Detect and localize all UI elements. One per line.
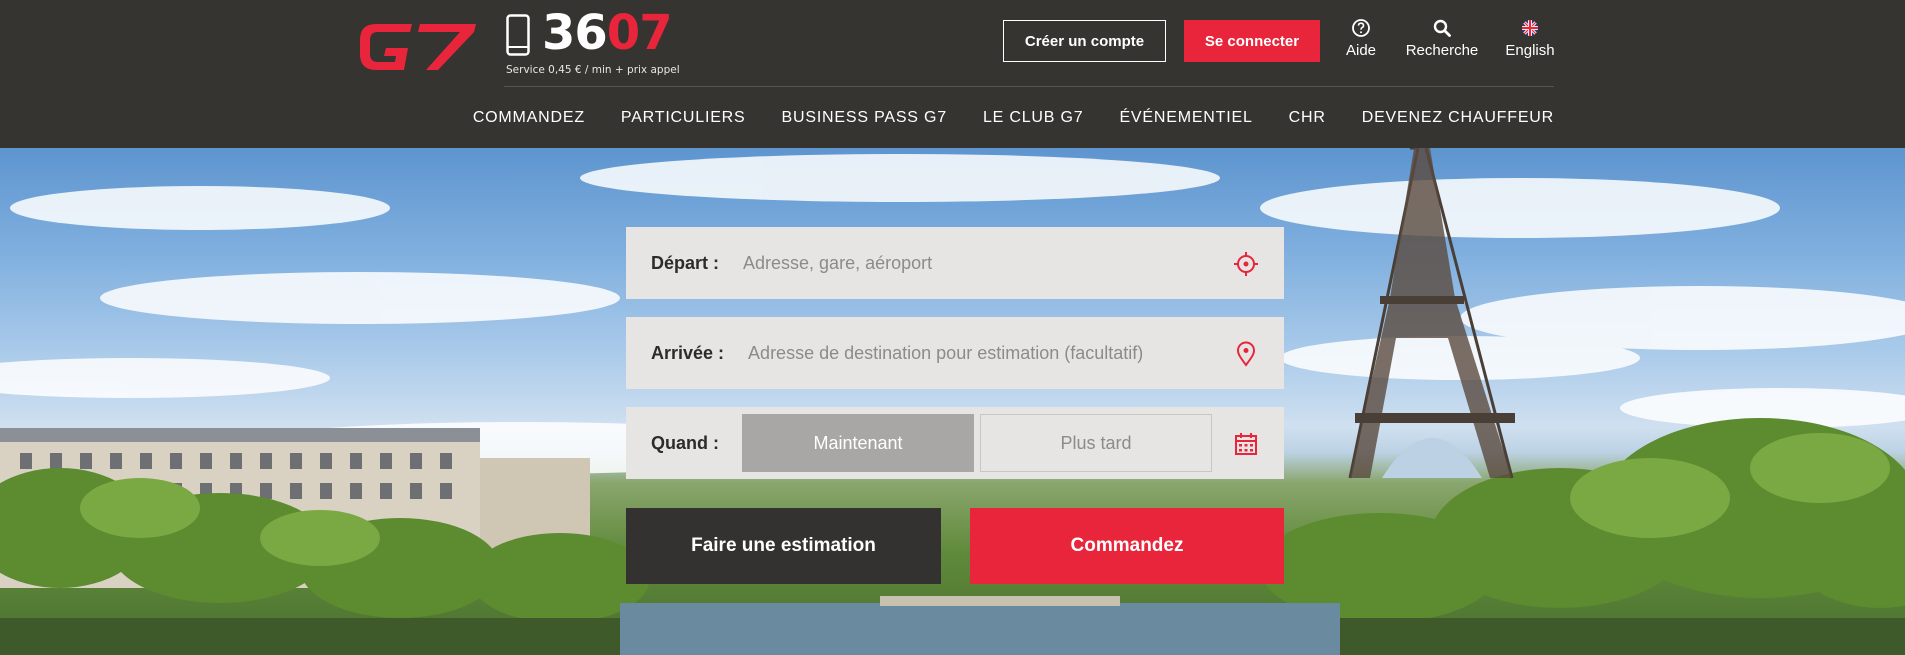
quand-field: Quand : Maintenant Plus tard [626,407,1284,479]
calendar-icon[interactable] [1233,431,1259,457]
login-button[interactable]: Se connecter [1184,20,1320,62]
search-label: Recherche [1405,42,1479,59]
nav-item-particuliers[interactable]: PARTICULIERS [621,109,746,127]
nav-item-evenementiel[interactable]: ÉVÉNEMENTIEL [1119,109,1252,127]
mobile-phone-icon [506,14,530,56]
estimate-button[interactable]: Faire une estimation [626,508,941,584]
language-label: English [1505,42,1555,59]
nav-item-chr[interactable]: CHR [1289,109,1326,127]
quand-label: Quand : [651,432,719,453]
site-header: 3607 Service 0,45 € / min + prix appel C… [0,0,1905,148]
phone-pricing: Service 0,45 € / min + prix appel [506,64,680,76]
depart-input[interactable] [743,243,1224,283]
paris-scene [0,148,1905,655]
language-switch[interactable]: English [1500,18,1560,59]
arrivee-input[interactable] [748,333,1229,373]
g7-logo[interactable] [354,10,479,80]
now-option-button[interactable]: Maintenant [742,414,974,472]
header-divider [504,86,1554,87]
arrivee-field: Arrivée : [626,317,1284,389]
uk-flag-icon [1522,20,1538,36]
geolocate-icon[interactable] [1233,251,1259,277]
map-pin-icon [1236,341,1256,367]
search-icon [1433,19,1451,37]
later-option-button[interactable]: Plus tard [980,414,1212,472]
nav-item-club-g7[interactable]: LE CLUB G7 [983,109,1083,127]
phone-number: 3607 [542,5,673,61]
help-icon [1352,19,1370,37]
arrivee-label: Arrivée : [651,342,725,363]
depart-label: Départ : [651,252,720,273]
help-link[interactable]: Aide [1343,18,1379,59]
nav-item-business-pass[interactable]: BUSINESS PASS G7 [782,109,947,127]
hero-paris-image: Départ : Arrivée : Quand : Maintenant Pl… [0,148,1905,655]
help-label: Aide [1345,42,1377,59]
nav-item-devenez-chauffeur[interactable]: DEVENEZ CHAUFFEUR [1362,109,1554,127]
order-button[interactable]: Commandez [970,508,1284,584]
depart-field: Départ : [626,227,1284,299]
search-link[interactable]: Recherche [1400,18,1484,59]
create-account-button[interactable]: Créer un compte [1003,20,1166,62]
nav-item-commandez[interactable]: COMMANDEZ [473,109,585,127]
main-nav: COMMANDEZ PARTICULIERS BUSINESS PASS G7 … [473,98,1554,138]
phone-block[interactable]: 3607 Service 0,45 € / min + prix appel [504,5,694,80]
